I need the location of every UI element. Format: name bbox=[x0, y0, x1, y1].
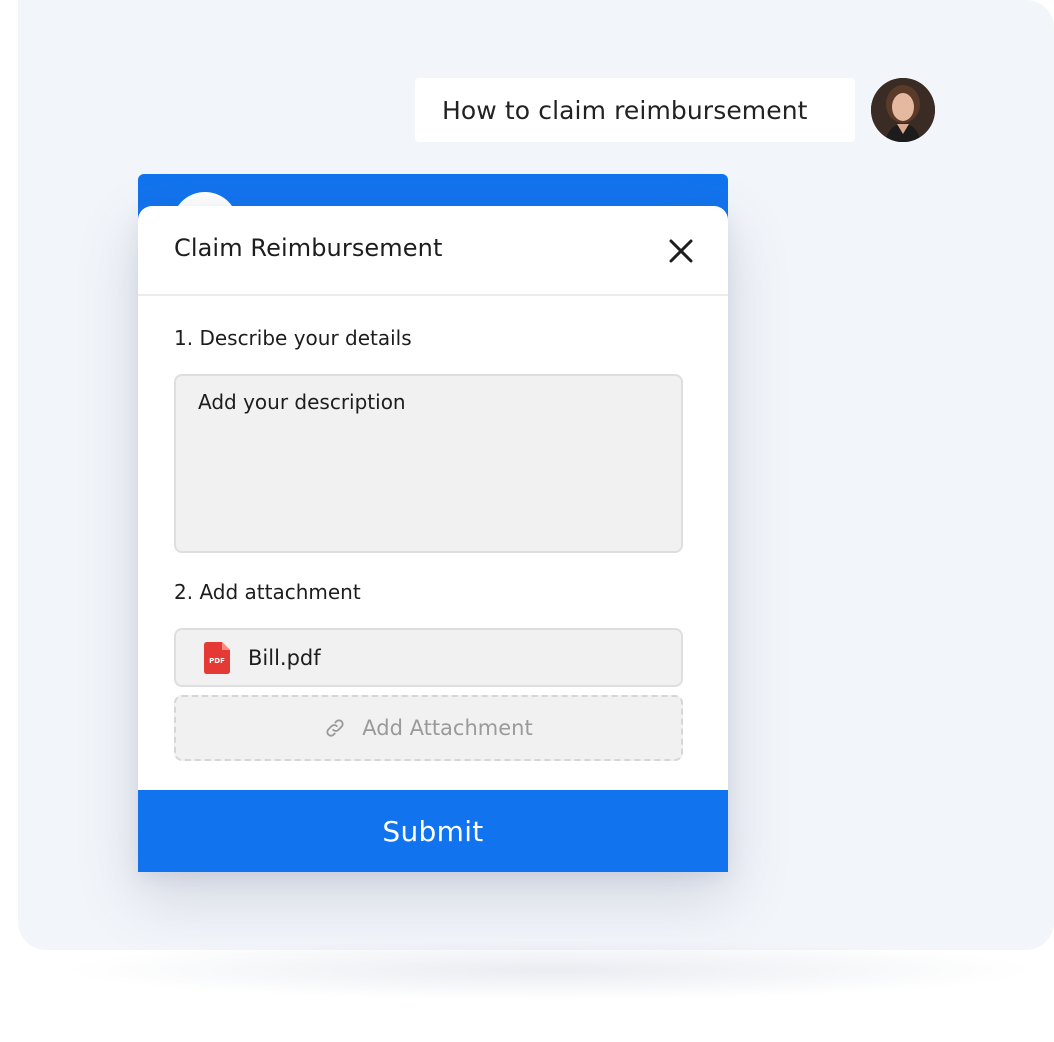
user-message-text: How to claim reimbursement bbox=[442, 95, 808, 125]
add-attachment-button[interactable]: Add Attachment bbox=[174, 695, 683, 761]
close-button[interactable] bbox=[664, 234, 698, 268]
step1-label: 1. Describe your details bbox=[174, 326, 412, 350]
user-avatar bbox=[871, 78, 935, 142]
canvas-shadow bbox=[60, 940, 1040, 1000]
link-icon bbox=[326, 719, 344, 737]
submit-button[interactable]: Submit bbox=[138, 790, 728, 872]
pdf-file-icon: PDF bbox=[204, 641, 230, 674]
svg-text:PDF: PDF bbox=[209, 657, 225, 665]
claim-reimbursement-modal: Claim Reimbursement 1. Describe your det… bbox=[138, 206, 728, 872]
user-message-bubble: How to claim reimbursement bbox=[415, 78, 855, 142]
attachment-file-name: Bill.pdf bbox=[248, 645, 321, 670]
description-input[interactable]: Add your description bbox=[174, 374, 683, 553]
modal-title: Claim Reimbursement bbox=[174, 234, 443, 262]
submit-label: Submit bbox=[382, 814, 484, 848]
description-placeholder: Add your description bbox=[198, 390, 406, 414]
close-icon bbox=[669, 239, 693, 263]
add-attachment-label: Add Attachment bbox=[362, 716, 533, 740]
attachment-file-row[interactable]: PDF Bill.pdf bbox=[174, 628, 683, 687]
step2-label: 2. Add attachment bbox=[174, 580, 361, 604]
modal-header: Claim Reimbursement bbox=[138, 206, 728, 296]
